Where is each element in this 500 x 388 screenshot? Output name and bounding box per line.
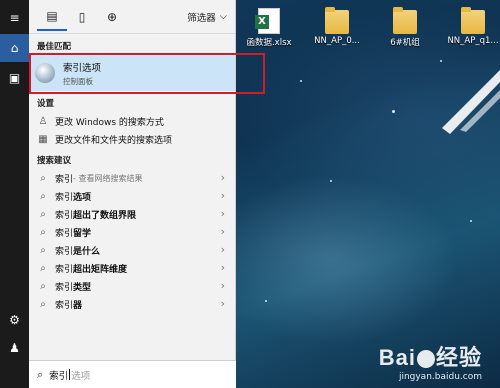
home-icon[interactable]: ⌂: [0, 34, 29, 62]
suggestion-item[interactable]: ⌕ 索引 - 查看网络搜索结果 ›: [29, 169, 235, 187]
desktop-icon-folder[interactable]: NN_AP_0...: [304, 7, 370, 48]
suggestion-plain: 索引: [55, 228, 74, 239]
suggestion-plain: 索引: [55, 282, 74, 293]
search-autocomplete-hint: 选项: [71, 370, 91, 382]
settings-heading: 设置: [37, 99, 55, 109]
search-typed-text: 索引: [49, 370, 69, 382]
suggestion-item[interactable]: ⌕ 索引 是什么 ›: [29, 241, 235, 259]
filter-label: 筛选器: [187, 12, 216, 24]
suggestion-bold: 器: [73, 300, 83, 311]
user-feedback-icon[interactable]: ♟: [0, 334, 29, 362]
filter-dropdown[interactable]: 筛选器 ⌵: [187, 10, 227, 24]
suggestions-heading: 搜索建议: [37, 156, 72, 166]
suggestion-item[interactable]: ⌕ 索引 超出了数组界限 ›: [29, 205, 235, 223]
chevron-right-icon[interactable]: ›: [221, 207, 225, 220]
all-apps-icon[interactable]: ▤: [37, 3, 67, 31]
search-icon: ⌕: [40, 208, 46, 220]
watermark-logo: Bai 经验: [378, 345, 482, 370]
chevron-right-icon[interactable]: ›: [221, 261, 225, 274]
baidu-jingyan-watermark: Bai 经验 jingyan.baidu.com: [379, 340, 482, 382]
desktop-icon-folder[interactable]: NN_AP_q1...: [440, 7, 500, 48]
folder-icon: [393, 7, 417, 34]
settings-item-label: 更改文件和文件夹的搜索选项: [55, 135, 173, 146]
web-globe-icon[interactable]: ⊕: [97, 3, 127, 31]
suggestion-bold: 类型: [73, 282, 92, 293]
suggestion-item[interactable]: ⌕ 索引 类型 ›: [29, 277, 235, 295]
suggestion-bold: 是什么: [73, 246, 101, 257]
best-match-heading: 最佳匹配: [37, 42, 72, 52]
desktop-icons: X 函数据.xlsx NN_AP_0... 6#机组 NN_AP_q1...: [236, 7, 500, 48]
suggestion-plain: 索引: [55, 264, 74, 275]
suggestion-bold: 留学: [73, 228, 92, 239]
suggestion-muted: - 查看网络搜索结果: [73, 173, 143, 183]
text-caret: [69, 369, 71, 380]
settings-item-label: 更改 Windows 的搜索方式: [55, 117, 164, 128]
suggestion-plain: 索引: [55, 192, 74, 203]
suggestion-item[interactable]: ⌕ 索引 选项 ›: [29, 187, 235, 205]
search-icon: ⌕: [40, 280, 46, 292]
desktop-icon-folder[interactable]: 6#机组: [372, 7, 438, 48]
desktop-icon-label: NN_AP_0...: [314, 36, 360, 46]
document-icon[interactable]: ▯: [67, 3, 97, 31]
search-settings-icon: ♙: [38, 115, 48, 127]
search-scope-toolbar: ▤ ▯ ⊕ 筛选器 ⌵: [29, 0, 235, 34]
search-icon: ⌕: [40, 172, 46, 184]
folder-icon: [461, 7, 485, 34]
suggestion-bold: 选项: [73, 192, 92, 203]
suggestion-item[interactable]: ⌕ 索引器 ›: [29, 295, 235, 313]
settings-item[interactable]: ♙ 更改 Windows 的搜索方式: [29, 112, 235, 130]
watermark-url: jingyan.baidu.com: [398, 372, 482, 382]
chevron-right-icon[interactable]: ›: [221, 297, 225, 310]
chevron-down-icon: ⌵: [219, 11, 227, 22]
chevron-right-icon[interactable]: ›: [221, 279, 225, 292]
red-annotation-box: [29, 53, 265, 94]
suggestion-plain: 索引: [55, 210, 74, 221]
suggestion-item[interactable]: ⌕ 索引 超出矩阵维度 ›: [29, 259, 235, 277]
light-ray-decoration: [442, 70, 500, 134]
folder-options-icon: ▦: [38, 133, 48, 145]
chevron-right-icon[interactable]: ›: [221, 243, 225, 256]
desktop-icon-excel-file[interactable]: X 函数据.xlsx: [236, 8, 302, 48]
suggestion-bold: 超出矩阵维度: [73, 264, 128, 275]
search-icon: ⌕: [37, 367, 44, 381]
gear-icon[interactable]: ⚙: [0, 306, 29, 334]
desktop-icon-label: 函数据.xlsx: [246, 38, 292, 48]
suggestion-plain: 索引: [55, 246, 74, 257]
desktop-icon-label: 6#机组: [390, 38, 420, 48]
search-icon: ⌕: [40, 226, 46, 238]
chevron-right-icon[interactable]: ›: [221, 171, 225, 184]
hamburger-icon[interactable]: ≡: [0, 4, 29, 32]
chevron-right-icon[interactable]: ›: [221, 189, 225, 202]
search-icon: ⌕: [40, 244, 46, 256]
notebook-icon[interactable]: ▣: [0, 64, 29, 92]
search-input[interactable]: ⌕ 索引 选项: [29, 360, 236, 388]
suggestion-bold: 超出了数组界限: [73, 210, 137, 221]
chevron-right-icon[interactable]: ›: [221, 225, 225, 238]
search-icon: ⌕: [40, 190, 46, 202]
folder-icon: [325, 7, 349, 34]
start-sidebar: ≡ ⌂ ▣ ⚙ ♟: [0, 0, 29, 388]
suggestion-item[interactable]: ⌕ 索引 留学 ›: [29, 223, 235, 241]
settings-item[interactable]: ▦ 更改文件和文件夹的搜索选项: [29, 130, 235, 148]
search-icon: ⌕: [40, 262, 46, 274]
search-icon: ⌕: [40, 298, 46, 310]
excel-file-icon: X: [255, 8, 280, 34]
desktop-icon-label: NN_AP_q1...: [447, 36, 499, 46]
suggestion-bold: 索引: [55, 174, 74, 185]
suggestion-plain: 索引: [55, 300, 74, 311]
